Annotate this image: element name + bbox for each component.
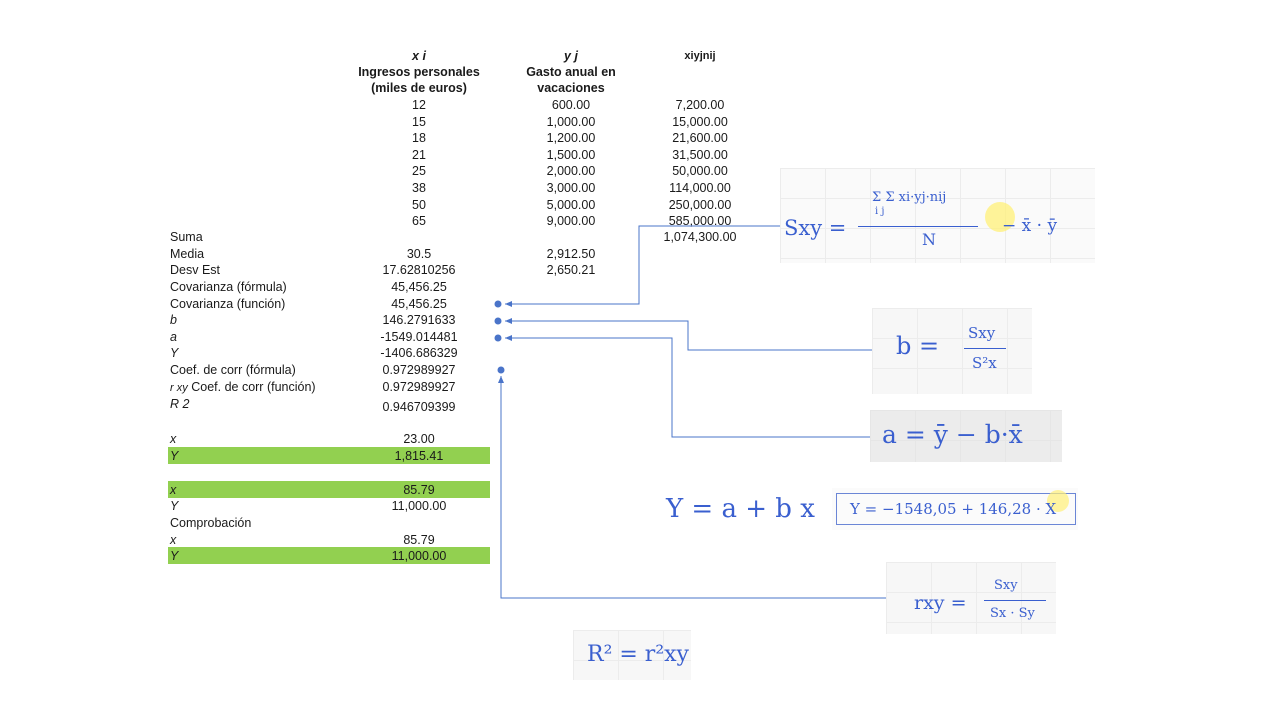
sxy-tail: − x̄ · ȳ	[1002, 216, 1058, 236]
connector-lines	[494, 225, 886, 599]
sxy-indices: i j	[875, 206, 885, 217]
arrow-covariance	[505, 301, 512, 307]
r2-equation: R² = r²xy	[587, 642, 689, 667]
sxy-lhs: Sxy =	[784, 216, 847, 240]
regression-box-snippet: Y = −1548,05 + 146,28 · X	[832, 488, 1078, 530]
dot-covariance	[494, 300, 502, 308]
sxy-denominator: N	[922, 230, 936, 249]
regression-box-text: Y = −1548,05 + 146,28 · X	[850, 500, 1057, 518]
rxy-denominator: Sx · Sy	[990, 606, 1035, 621]
arrow-corr	[498, 376, 504, 383]
rxy-fraction-bar	[984, 600, 1046, 601]
arrow-a	[505, 335, 512, 341]
r2-formula-snippet: R² = r²xy	[573, 630, 691, 680]
b-fraction-bar	[964, 348, 1006, 349]
dot-corr	[497, 366, 505, 374]
rxy-formula-snippet: rxy = Sxy Sx · Sy	[886, 562, 1056, 634]
b-lhs: b =	[896, 332, 940, 360]
dot-a	[494, 334, 502, 342]
dot-b	[494, 317, 502, 325]
b-formula-snippet: b = Sxy S²x	[872, 308, 1032, 394]
b-denominator: S²x	[972, 354, 997, 372]
sxy-numerator: Σ Σ xi·yj·nij	[872, 190, 947, 205]
a-formula-snippet: a = ȳ − b·x̄	[870, 410, 1062, 462]
sxy-fraction-bar	[858, 226, 978, 227]
sxy-formula-snippet: Sxy = Σ Σ xi·yj·nij i j N − x̄ · ȳ	[780, 168, 1095, 263]
regression-equation: Y = a + b x	[666, 494, 815, 524]
b-numerator: Sxy	[968, 324, 996, 342]
rxy-numerator: Sxy	[994, 578, 1018, 593]
rxy-lhs: rxy =	[914, 592, 967, 614]
arrow-b	[505, 318, 512, 324]
a-equation: a = ȳ − b·x̄	[882, 420, 1023, 449]
